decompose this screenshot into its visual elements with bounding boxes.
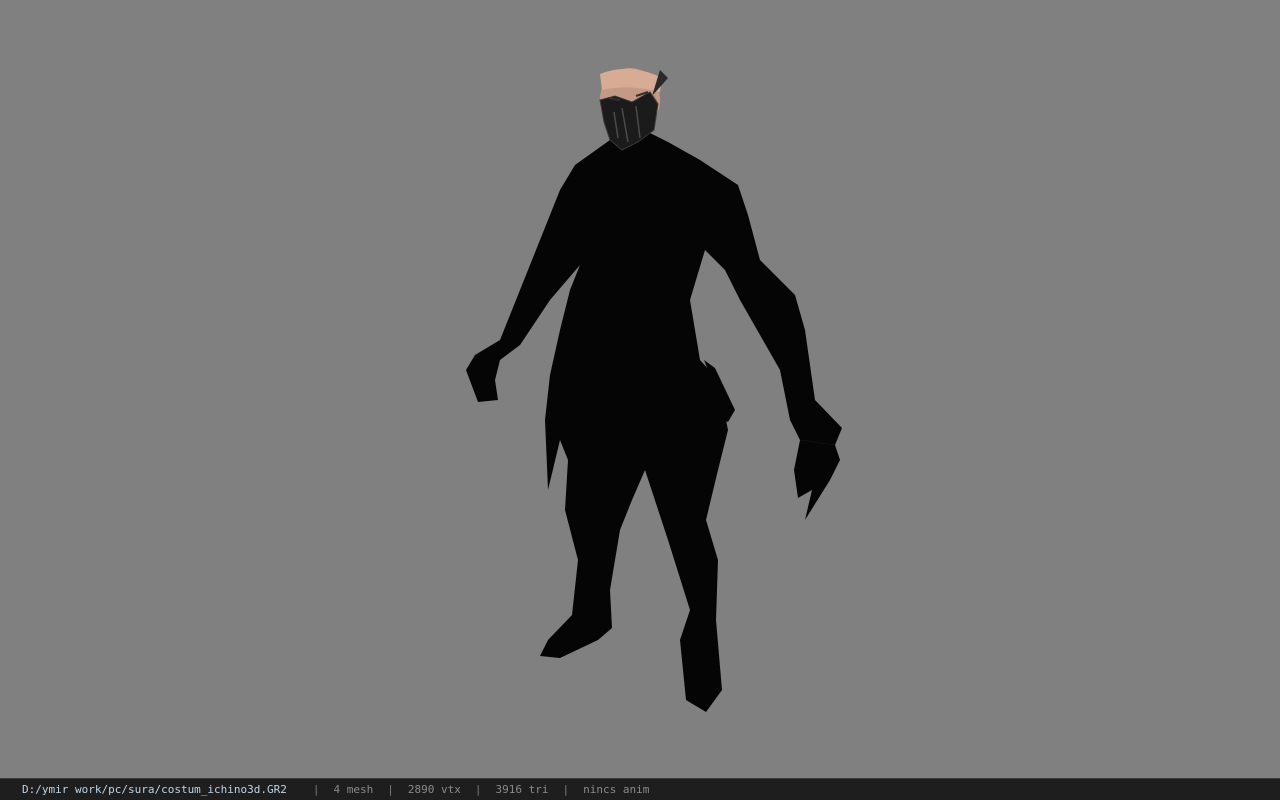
mesh-count: 4 mesh (333, 783, 374, 796)
3d-viewport[interactable] (0, 0, 1280, 778)
character-body (466, 128, 842, 712)
character-model[interactable] (0, 0, 1280, 778)
file-path: D:/ymir work/pc/sura/costum_ichino3d.GR2 (22, 783, 287, 796)
status-bar: D:/ymir work/pc/sura/costum_ichino3d.GR2… (0, 778, 1280, 800)
animation-status: nincs anim (583, 783, 650, 796)
separator: | (474, 783, 482, 796)
separator: | (562, 783, 570, 796)
vertex-count: 2890 vtx (407, 783, 461, 796)
triangle-count: 3916 tri (495, 783, 549, 796)
separator: | (312, 783, 320, 796)
separator: | (387, 783, 394, 796)
